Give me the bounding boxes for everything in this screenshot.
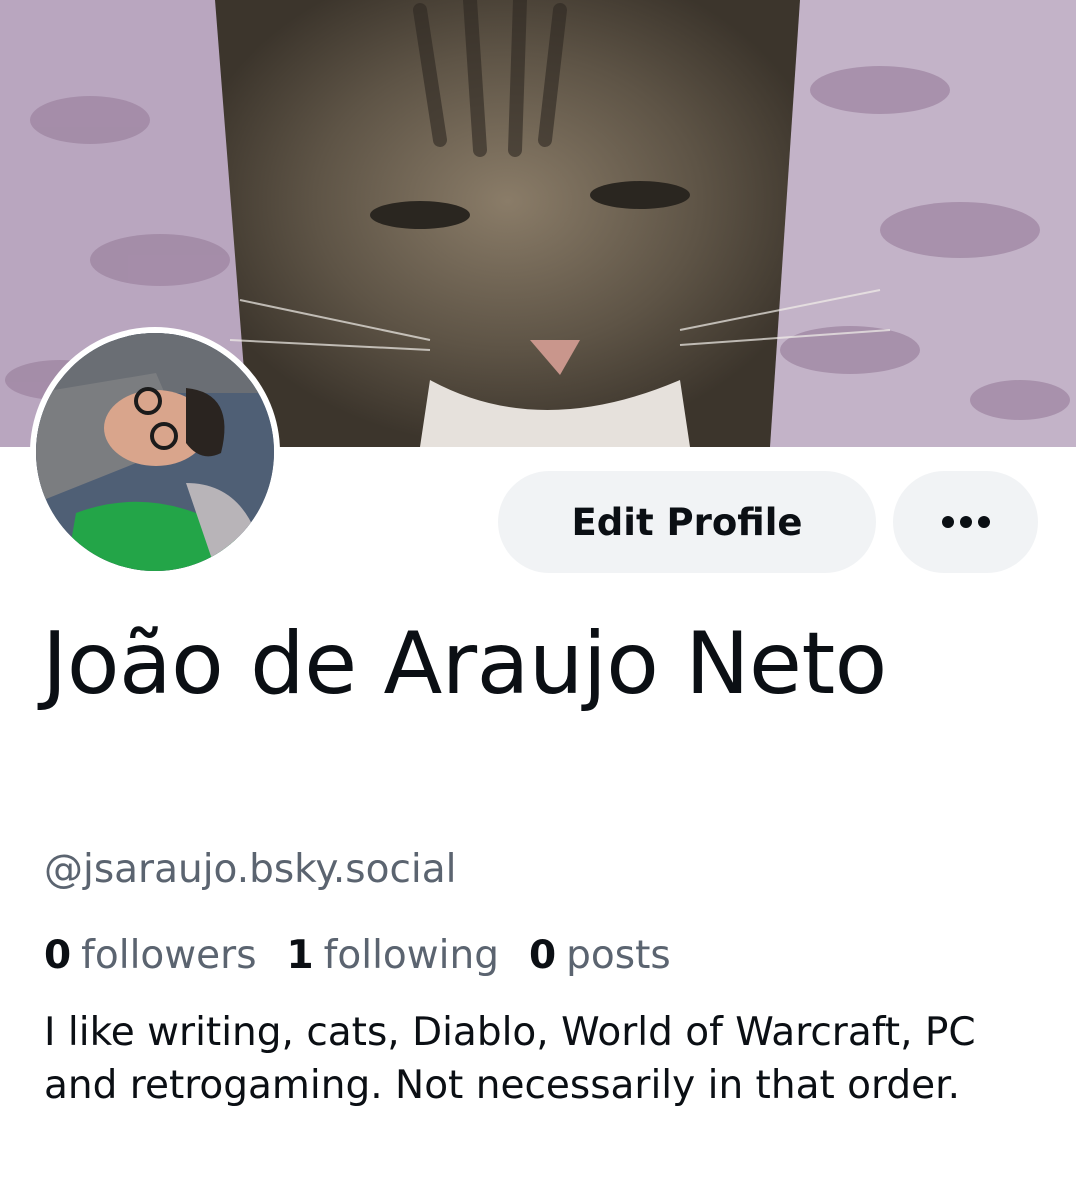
followers-label: followers: [81, 933, 257, 978]
followers-count: 0: [44, 933, 72, 978]
posts-count: 0: [529, 933, 557, 978]
following-label: following: [323, 933, 499, 978]
ellipsis-icon: [941, 516, 990, 528]
profile-bio: I like writing, cats, Diablo, World of W…: [44, 1010, 976, 1108]
avatar-person-illustration: [36, 333, 274, 571]
following-stat[interactable]: 1 following: [287, 928, 499, 984]
avatar-photo: [36, 333, 274, 571]
edit-profile-button[interactable]: Edit Profile: [498, 471, 876, 573]
profile-handle: @jsaraujo.bsky.social: [44, 847, 457, 892]
more-options-button[interactable]: [893, 471, 1038, 573]
posts-stat: 0 posts: [529, 928, 671, 984]
avatar[interactable]: [30, 327, 280, 577]
followers-stat[interactable]: 0 followers: [44, 928, 257, 984]
profile-stats: 0 followers 1 following 0 posts: [44, 928, 671, 984]
following-count: 1: [286, 933, 314, 978]
profile-display-name: João de Araujo Neto: [42, 614, 887, 714]
posts-label: posts: [566, 933, 671, 978]
